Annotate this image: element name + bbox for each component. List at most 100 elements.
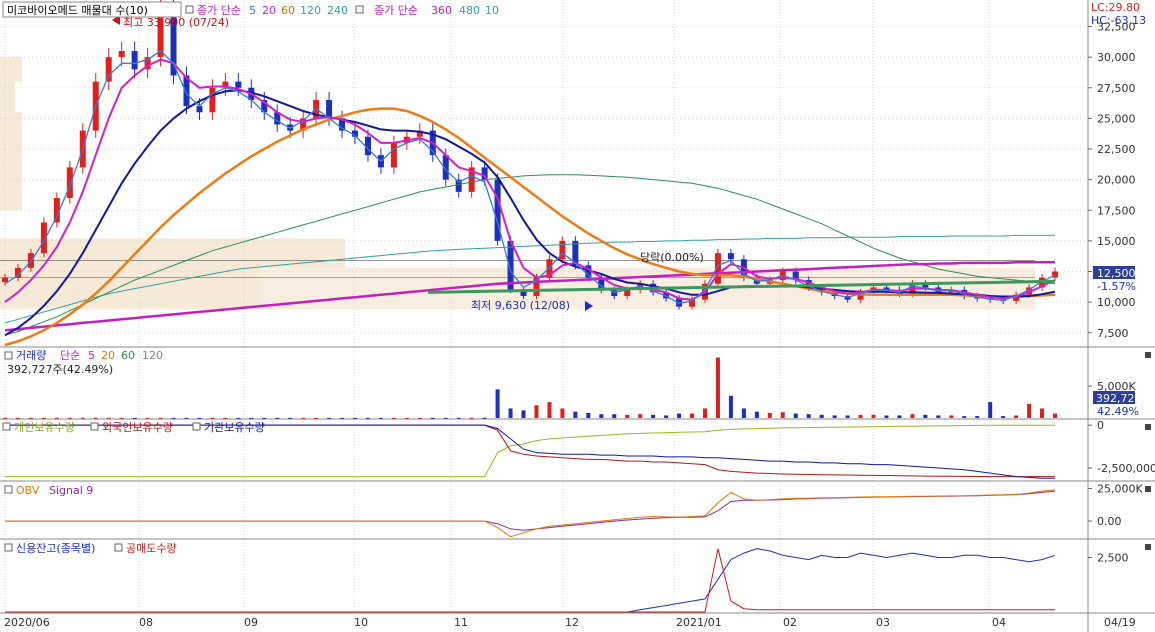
price-tick-label-7: 15,000 [1097, 235, 1136, 248]
volume-bar-69 [897, 415, 902, 418]
volume-bar-59 [767, 412, 772, 418]
holders-toggle[interactable] [2, 422, 11, 431]
volume-bar-25 [327, 417, 332, 419]
volume-bar-42 [547, 402, 552, 418]
volume-bar-10 [132, 417, 137, 419]
volume-bar-67 [871, 414, 876, 418]
price-tick-label-9: 10,000 [1097, 296, 1136, 309]
candle-body-0 [2, 277, 8, 283]
volume-bar-57 [741, 408, 746, 418]
volume-bar-81 [1053, 413, 1057, 418]
volume-bar-60 [780, 412, 785, 418]
volume-bar-43 [560, 408, 565, 418]
volume-bar-8 [106, 417, 111, 419]
candle-body-56 [727, 253, 734, 260]
legend-toggle[interactable] [185, 5, 194, 14]
percent-annotation: 당락(0.00%) [640, 251, 704, 264]
volume-toggle[interactable] [4, 351, 13, 360]
ma-legend-5: 5 [249, 4, 256, 17]
price-tick-label-3: 25,000 [1097, 112, 1136, 125]
volume-bar-34 [443, 417, 448, 419]
volume-bar-68 [884, 415, 889, 418]
volume-bar-17 [223, 417, 228, 419]
volume-bar-1 [15, 417, 20, 419]
volume-bar-4 [54, 417, 59, 419]
volume-bar-48 [625, 414, 630, 418]
volume-bar-50 [651, 414, 656, 418]
current-price: 12,500 [1097, 267, 1136, 280]
candle-body-15 [196, 106, 203, 113]
volume-bar-30 [391, 417, 396, 419]
volume-bar-66 [858, 414, 863, 418]
volume-bar-56 [728, 395, 733, 418]
candle-body-16 [209, 87, 216, 113]
price-tick-label-4: 22,500 [1097, 143, 1136, 156]
volume-bar-0 [3, 417, 7, 419]
holders-legend-individual: 개인보유수량 [14, 421, 75, 434]
volume-bar-27 [353, 417, 357, 419]
short-toggle[interactable] [114, 543, 123, 552]
x-label-0: 2020/06 [4, 616, 50, 629]
volume-bar-19 [249, 417, 254, 419]
candle-body-25 [326, 100, 333, 119]
panel-close-2 [1145, 486, 1151, 492]
volume-ma-prefix: 단순 [60, 349, 80, 362]
x-label-10: 04/19 [1104, 616, 1136, 629]
ma2-legend-360: 360 [431, 4, 452, 17]
volume-bar-40 [521, 410, 526, 418]
panel-close-0 [1145, 352, 1151, 358]
x-label-7: 02 [783, 616, 797, 629]
price-tick-label-10: 7,500 [1097, 327, 1129, 340]
volume-box-pct: 42.49% [1097, 405, 1139, 418]
holders-legend-institution: 기관보유수량 [204, 421, 265, 434]
short-legend: 공매도수량 [126, 542, 177, 555]
volume-bar-22 [288, 417, 293, 419]
x-label-4: 11 [454, 616, 468, 629]
volume-bar-13 [171, 417, 176, 419]
price-tick-label-2: 27,500 [1097, 82, 1136, 95]
ma-legend-120: 120 [300, 4, 321, 17]
credit-toggle[interactable] [4, 543, 13, 552]
obv-tick-label-1: 0.00 [1097, 515, 1122, 528]
candle-body-10 [131, 51, 138, 70]
volume-bar-51 [664, 415, 669, 418]
volume-bar-54 [703, 408, 707, 418]
volume-bar-53 [690, 413, 695, 418]
stock-chart[interactable]: 32,50030,00027,50025,00022,50020,00017,5… [0, 0, 1155, 632]
obv-signal-legend: Signal 9 [49, 484, 93, 497]
holders3-toggle[interactable] [192, 422, 201, 431]
volume-bar-76 [988, 402, 993, 418]
volume-bar-20 [262, 417, 267, 419]
credit-tick-label-0: 2,500 [1097, 551, 1129, 564]
candle-body-9 [118, 51, 125, 58]
x-label-8: 03 [876, 616, 890, 629]
volume-bar-21 [275, 417, 280, 419]
volume-bar-39 [508, 408, 513, 418]
volume-bar-49 [638, 414, 643, 418]
volume-bar-61 [793, 413, 798, 418]
candle-body-30 [390, 142, 397, 168]
volume-bar-45 [586, 412, 591, 418]
ma-legend-240: 240 [327, 4, 348, 17]
obv-toggle[interactable] [4, 485, 13, 494]
holders2-toggle[interactable] [90, 422, 99, 431]
volume-bar-18 [236, 417, 241, 419]
volume-bar-2 [28, 417, 33, 419]
price-tick-label-6: 17,500 [1097, 204, 1136, 217]
legend2-toggle[interactable] [355, 5, 364, 14]
panel-close-3 [1145, 544, 1151, 550]
volume-bar-74 [962, 416, 967, 418]
volume-bar-70 [910, 414, 915, 418]
volume-bar-35 [456, 417, 461, 419]
x-label-6: 2021/01 [676, 616, 722, 629]
volume-bar-71 [923, 414, 928, 418]
volume-bar-31 [404, 417, 409, 419]
volume-bar-41 [534, 405, 539, 418]
hc-label: HC:-63.13 [1091, 14, 1146, 27]
volume-bar-14 [184, 417, 189, 419]
volume-bar-5 [67, 417, 72, 419]
x-label-2: 09 [244, 616, 258, 629]
current-change: -1.57% [1097, 280, 1136, 293]
volume-last: 392,727주(42.49%) [7, 363, 113, 376]
volume-box-value: 392,727 [1096, 392, 1142, 405]
